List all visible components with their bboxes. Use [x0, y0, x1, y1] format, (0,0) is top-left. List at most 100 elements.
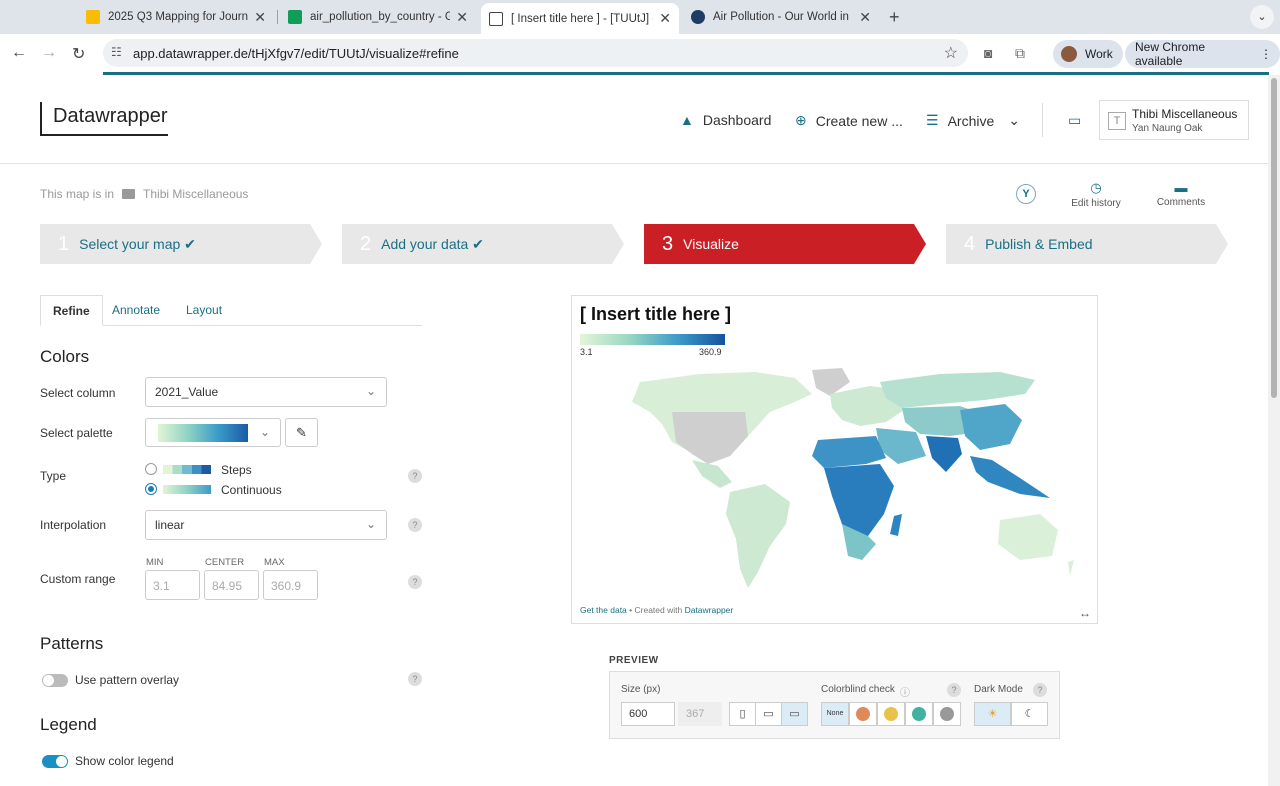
close-tab-icon[interactable]: ✕ [254, 9, 266, 26]
legend-heading: Legend [40, 715, 97, 734]
close-tab-icon[interactable]: ✕ [859, 9, 871, 26]
browser-tab-mapping[interactable]: 2025 Q3 Mapping for Journal ✕ [78, 4, 274, 30]
help-icon[interactable]: ? [408, 518, 422, 532]
pattern-overlay-toggle[interactable] [42, 674, 68, 687]
step-add-data[interactable]: 2 Add your data ✔ [342, 224, 624, 264]
close-tab-icon[interactable]: ✕ [456, 9, 468, 26]
map-china [960, 404, 1022, 450]
tab-separator [277, 10, 278, 24]
extensions-icon[interactable]: ⧉ [1015, 45, 1025, 62]
browser-tab-owid[interactable]: Air Pollution - Our World in Da ✕ [683, 4, 879, 30]
nav-archive[interactable]: ☰ Archive ⌄ [926, 112, 1020, 129]
team-badge: T [1108, 112, 1126, 130]
get-data-link[interactable]: Get the data [580, 605, 627, 615]
desktop-size-icon[interactable]: ▭ [781, 702, 808, 726]
more-menu-icon[interactable]: ⋮ [1260, 47, 1272, 61]
resize-handle-icon[interactable]: ↔ [1079, 606, 1091, 620]
panel-tabs: Refine Annotate Layout [40, 295, 422, 326]
range-max-input[interactable]: 360.9 [263, 570, 318, 600]
size-label: Size (px) [621, 684, 661, 695]
tab-search-chevron-icon[interactable]: ⌄ [1250, 5, 1274, 29]
mobile-size-icon[interactable]: ▯ [729, 702, 756, 726]
tab-layout[interactable]: Layout [174, 295, 234, 326]
tab-refine[interactable]: Refine [40, 295, 103, 326]
help-icon[interactable]: ? [1033, 683, 1047, 697]
nav-create-new[interactable]: ⊕ Create new ... [795, 112, 903, 129]
step-publish[interactable]: 4 Publish & Embed [946, 224, 1228, 264]
bookmark-star-icon[interactable]: ☆ [944, 43, 958, 63]
comments-button[interactable]: ▬ Comments [1155, 180, 1207, 208]
info-icon[interactable]: ⓘ [900, 684, 910, 699]
colorblind-protanopia-button[interactable] [849, 702, 877, 726]
palette-select[interactable]: ⌄ [145, 418, 281, 447]
pencil-icon[interactable]: ✎ [285, 418, 318, 447]
color-legend-bar [580, 334, 725, 345]
dark-mode-moon-icon[interactable]: ☾ [1011, 702, 1048, 726]
close-tab-icon[interactable]: ✕ [659, 10, 671, 27]
browser-tab-sheet[interactable]: air_pollution_by_country - Go ✕ [280, 4, 476, 30]
scrollbar-thumb[interactable] [1271, 78, 1277, 398]
steps-swatch [163, 465, 211, 474]
step-select-map[interactable]: 1 Select your map ✔ [40, 224, 322, 264]
interpolation-select[interactable]: linear ⌄ [145, 510, 387, 540]
reload-icon[interactable]: ↻ [72, 44, 85, 64]
colorblind-tritanopia-button[interactable] [905, 702, 933, 726]
edit-history-button[interactable]: ◷ Edit history [1068, 180, 1124, 209]
range-center-label: CENTER [205, 557, 245, 568]
rocket-icon: ▲ [680, 112, 694, 128]
width-input[interactable]: 600 [621, 702, 675, 726]
range-min-label: MIN [146, 557, 164, 568]
colorblind-none-button[interactable]: None [821, 702, 849, 726]
map-preview: [ Insert title here ] 3.1 360.9 Get the [571, 295, 1098, 624]
address-bar[interactable]: ☷ app.datawrapper.de/tHjXfgv7/edit/TUUtJ… [103, 39, 968, 67]
nav-dashboard[interactable]: ▲ Dashboard [680, 112, 771, 128]
forward-icon[interactable]: → [41, 44, 57, 62]
type-continuous-radio[interactable] [145, 483, 157, 495]
back-icon[interactable]: ← [11, 44, 27, 62]
browser-tab-datawrapper[interactable]: [ Insert title here ] - [TUUtJ] - ✕ [481, 3, 679, 34]
tablet-size-icon[interactable]: ▭ [755, 702, 782, 726]
continuous-swatch [163, 485, 211, 494]
show-legend-label: Show color legend [75, 754, 174, 768]
custom-range-label: Custom range [40, 572, 116, 586]
update-chip[interactable]: New Chrome available ⋮ [1125, 40, 1280, 68]
new-tab-icon[interactable]: + [889, 7, 900, 28]
history-icon: ◷ [1090, 180, 1102, 195]
palette-swatch [158, 424, 248, 442]
pattern-overlay-label: Use pattern overlay [75, 673, 180, 687]
folder-link[interactable]: Thibi Miscellaneous [143, 187, 248, 201]
map-australia [998, 514, 1058, 560]
colorblind-deuteranopia-button[interactable] [877, 702, 905, 726]
colorblind-grayscale-button[interactable] [933, 702, 961, 726]
plus-circle-icon: ⊕ [795, 112, 807, 128]
profile-chip[interactable]: Work [1053, 40, 1123, 68]
help-icon[interactable]: ? [947, 683, 961, 697]
patterns-heading: Patterns [40, 634, 104, 653]
range-center-input[interactable]: 84.95 [204, 570, 259, 600]
light-mode-sun-icon[interactable]: ☀ [974, 702, 1011, 726]
legend-max: 360.9 [699, 347, 722, 357]
map-russia [880, 372, 1035, 408]
preview-heading: PREVIEW [609, 655, 659, 666]
step-visualize[interactable]: 3 Visualize [644, 224, 926, 264]
map-footer: Get the data • Created with Datawrapper [580, 605, 734, 615]
datawrapper-link[interactable]: Datawrapper [685, 605, 734, 615]
range-min-input[interactable]: 3.1 [145, 570, 200, 600]
help-icon[interactable]: ? [408, 672, 422, 686]
camera-icon[interactable]: ◙ [984, 45, 992, 61]
help-icon[interactable]: ? [408, 469, 422, 483]
column-select[interactable]: 2021_Value ⌄ [145, 377, 387, 407]
help-icon[interactable]: ? [408, 575, 422, 589]
river-icon[interactable]: ▭ [1068, 112, 1090, 129]
team-switcher[interactable]: T Thibi Miscellaneous Yan Naung Oak [1099, 100, 1249, 140]
datawrapper-logo[interactable]: Datawrapper [40, 102, 168, 136]
type-steps-radio[interactable] [145, 463, 157, 475]
chevron-down-icon[interactable]: ⌄ [1008, 112, 1020, 129]
show-legend-toggle[interactable] [42, 755, 68, 768]
site-info-icon[interactable]: ☷ [111, 45, 122, 59]
tab-annotate[interactable]: Annotate [100, 295, 172, 326]
user-avatar-badge[interactable]: Y [1016, 184, 1036, 204]
comment-icon: ▬ [1174, 180, 1188, 195]
map-madagascar [890, 514, 902, 536]
drive-icon [86, 10, 100, 24]
